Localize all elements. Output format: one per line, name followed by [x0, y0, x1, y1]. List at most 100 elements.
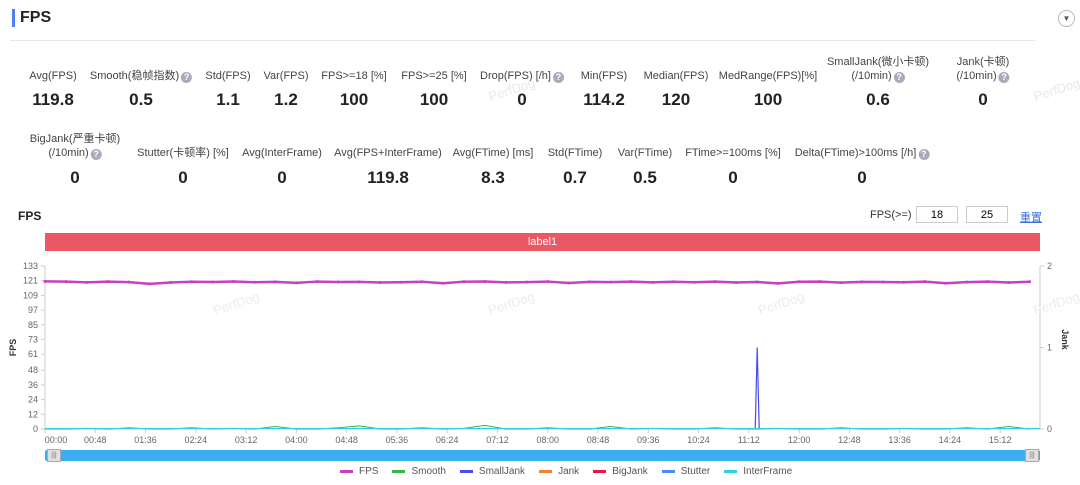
time-range-slider[interactable]	[45, 450, 1040, 461]
metric-value: 0	[277, 168, 287, 187]
legend-item[interactable]: Smooth	[392, 466, 446, 477]
legend-item[interactable]: InterFrame	[724, 466, 792, 477]
metric-value: 100	[339, 90, 369, 109]
legend-label: Stutter	[680, 466, 711, 477]
metric-value: 0	[728, 168, 738, 187]
fps-point	[483, 279, 487, 283]
y-tick-label: 24	[28, 395, 38, 405]
x-tick-label: 04:00	[285, 435, 308, 445]
metric: Std(FTime) 0.7	[548, 146, 603, 188]
fps-point	[169, 281, 173, 285]
metric-label-text: Std(FPS)	[205, 70, 251, 82]
fps-point	[504, 280, 508, 284]
metric-unit-text: (/10min)	[851, 70, 892, 82]
fps-point	[650, 280, 654, 284]
x-tick-label: 05:36	[386, 435, 409, 445]
legend-item[interactable]: BigJank	[593, 466, 648, 477]
fps-point	[127, 280, 131, 284]
metric-label-text: Median(FPS)	[643, 70, 709, 82]
fps-point	[1028, 280, 1032, 284]
label-band[interactable]: label1	[45, 233, 1040, 251]
title-accent	[12, 9, 15, 27]
help-icon[interactable]: ?	[552, 72, 564, 83]
watermark: PerfDog	[1031, 289, 1080, 318]
help-icon[interactable]: ?	[90, 149, 102, 160]
metric-unit-text: (/10min)	[48, 147, 89, 159]
legend-item[interactable]: SmallJank	[459, 466, 525, 477]
slider-handle-right[interactable]: |||	[1025, 449, 1039, 462]
fps-point	[902, 280, 906, 284]
fps-point	[630, 280, 634, 284]
metric-label: FPS>=25 [%]	[401, 69, 466, 83]
metric-label: Median(FPS)	[644, 69, 709, 83]
fps-point	[441, 281, 445, 285]
x-tick-label: 15:12	[989, 435, 1012, 445]
y-tick-label: 109	[23, 290, 38, 300]
metric-label-text: Stutter(卡顿率) [%]	[137, 147, 229, 159]
metric-value: 100	[419, 90, 449, 109]
fps-point	[211, 280, 215, 284]
x-tick-label: 00:48	[84, 435, 107, 445]
reset-button[interactable]: 重置	[1020, 209, 1042, 225]
metric-label-text: Delta(FTime)>100ms [/h]	[794, 147, 917, 159]
metric-label-text: FPS>=25 [%]	[401, 70, 467, 82]
metric-label-unit: (/10min)?	[30, 146, 120, 160]
legend-item[interactable]: FPS	[340, 466, 378, 477]
x-tick-label: 11:12	[738, 435, 760, 445]
metric-label: Var(FTime)	[618, 146, 672, 160]
legend-item[interactable]: Stutter	[661, 466, 711, 477]
metric: Min(FPS) 114.2	[581, 69, 627, 110]
legend-label: FPS	[359, 466, 379, 477]
metric-label: Std(FTime)	[548, 146, 603, 160]
y2-tick-label: 0	[1047, 424, 1052, 434]
y2-axis-label: Jank	[1060, 329, 1070, 351]
metric-value: 1.2	[274, 90, 298, 109]
y-tick-label: 61	[28, 349, 38, 359]
metric-label-text: Smooth(稳帧指数)	[89, 70, 180, 82]
watermark: PerfDog	[211, 289, 261, 318]
chart-title: FPS	[18, 209, 42, 223]
help-icon[interactable]: ?	[918, 149, 930, 160]
fps-point	[273, 280, 277, 284]
fps-point	[609, 280, 613, 284]
metric: Var(FTime) 0.5	[618, 146, 672, 188]
slider-handle-left[interactable]: |||	[47, 449, 61, 462]
threshold-1-input[interactable]	[916, 206, 958, 223]
help-icon[interactable]: ?	[998, 72, 1010, 83]
fps-point	[378, 281, 382, 285]
x-tick-label: 04:48	[335, 435, 358, 445]
legend-item[interactable]: Jank	[539, 466, 579, 477]
metric-value: 120	[661, 90, 691, 109]
metric-label: Delta(FTime)>100ms [/h]?	[795, 146, 930, 160]
metric-value: 0.7	[563, 168, 587, 187]
metric-label: Avg(FPS+InterFrame)	[334, 146, 442, 160]
fps-threshold-label: FPS(>=)	[870, 209, 912, 221]
metric-value: 100	[753, 90, 783, 109]
threshold-2-input[interactable]	[966, 206, 1008, 223]
fps-point	[776, 281, 780, 285]
chevron-down-icon[interactable]: ▼	[1058, 10, 1075, 27]
metric-value: 0	[70, 168, 80, 187]
metric-value: 114.2	[583, 90, 625, 109]
watermark: PerfDog	[1031, 74, 1080, 105]
fps-point	[986, 280, 990, 284]
x-tick-label: 06:24	[436, 435, 459, 445]
help-icon[interactable]: ?	[893, 72, 905, 83]
fps-chart[interactable]: 0122436486173859710912113301200:00 00:48 0…	[0, 255, 1080, 450]
fps-point	[190, 280, 194, 284]
help-icon[interactable]: ?	[181, 72, 193, 83]
metric: Median(FPS) 120	[644, 69, 709, 110]
fps-point	[692, 280, 696, 284]
metric-label-text: SmallJank(微小卡顿)	[826, 56, 930, 68]
y-tick-label: 97	[28, 305, 38, 315]
metric-label-text: FPS>=18 [%]	[321, 70, 387, 82]
legend-label: Smooth	[411, 466, 446, 477]
fps-point	[336, 280, 340, 284]
metric: Avg(FPS) 119.8	[29, 69, 76, 110]
metric-label: Stutter(卡顿率) [%]	[137, 146, 229, 160]
fps-point	[252, 280, 256, 284]
fps-point	[923, 280, 927, 284]
x-tick-label: 09:36	[637, 435, 660, 445]
fps-point	[315, 280, 319, 284]
x-tick-label: 01:36	[134, 435, 157, 445]
